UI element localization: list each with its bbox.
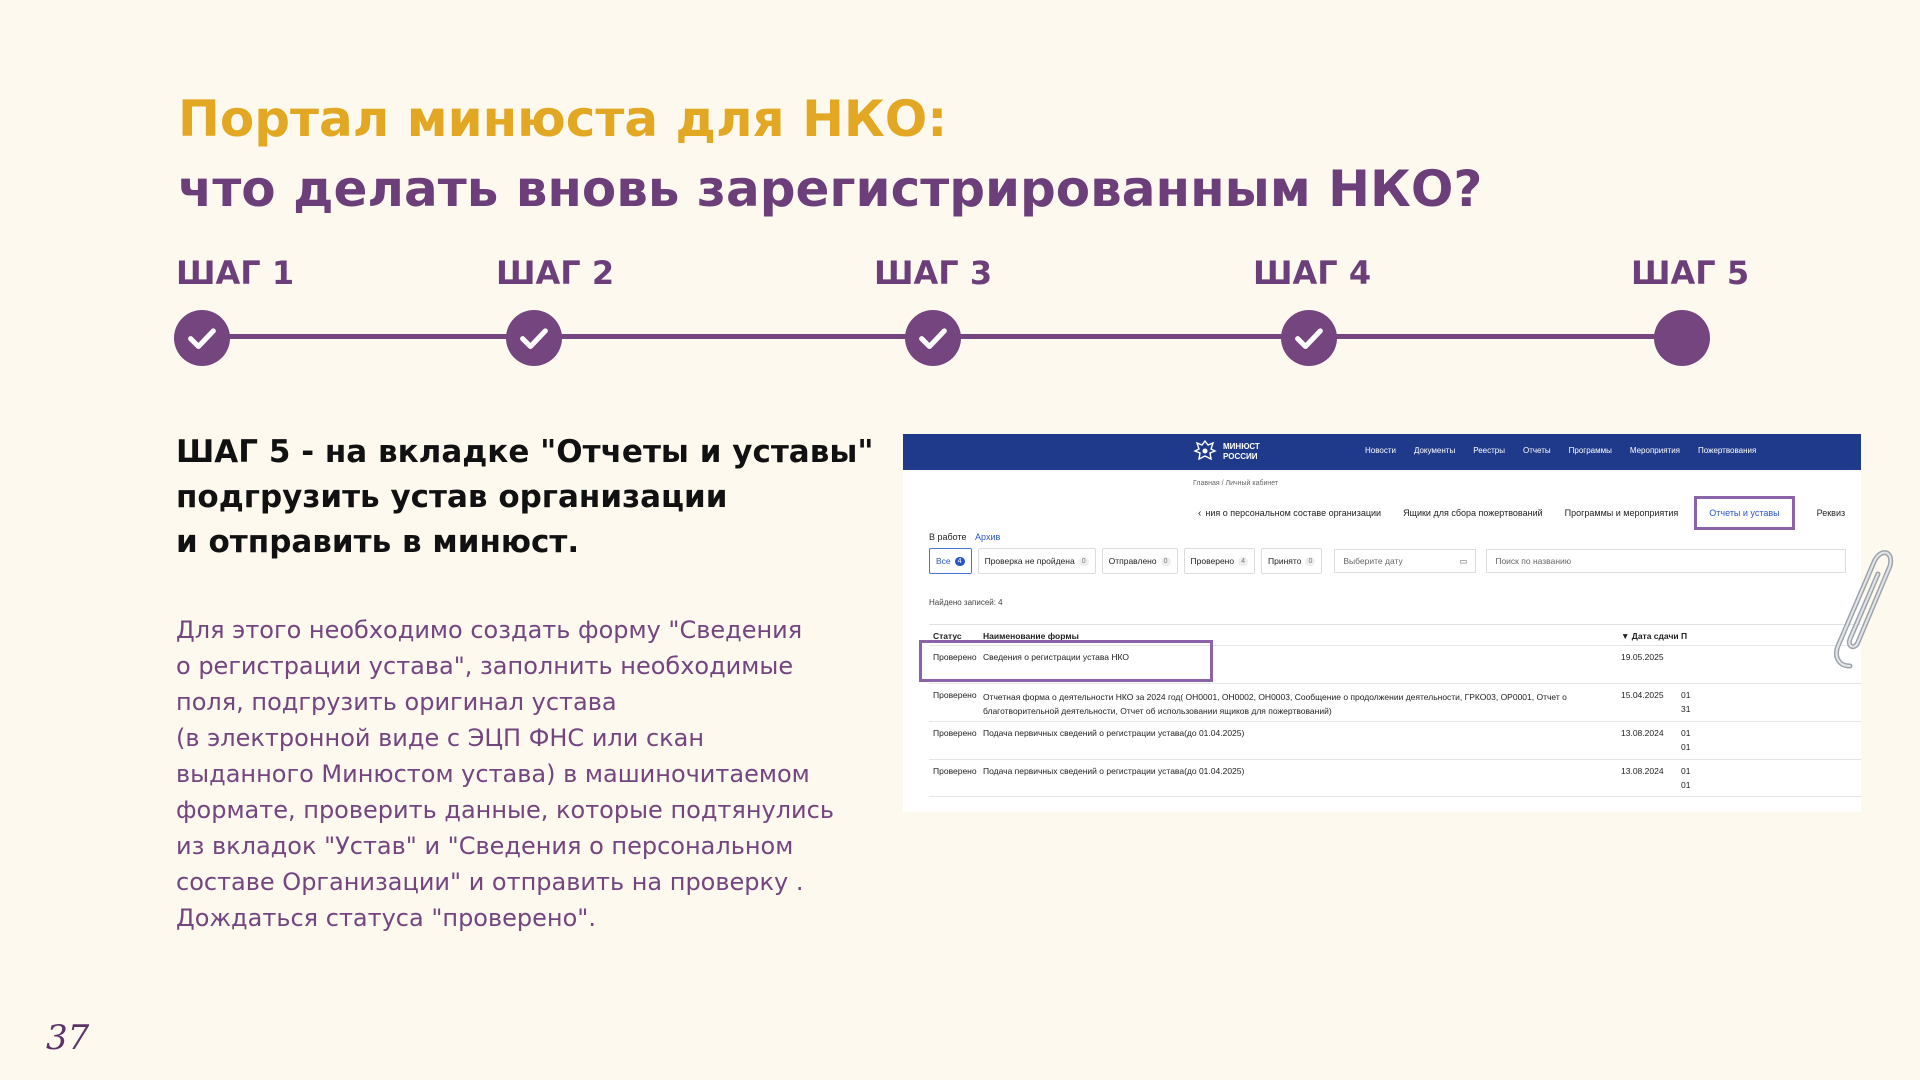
description-line: поля, подгрузить оригинал устава (176, 688, 617, 716)
row-date: 19.05.2025 (1621, 652, 1664, 662)
work-archive-switch: В работе Архив (929, 532, 1000, 542)
paperclip-icon (1834, 550, 1894, 669)
row-extra: 01 (1681, 766, 1691, 776)
step-description: Для этого необходимо создать форму "Свед… (176, 612, 866, 936)
cabinet-tabs: ‹ ния о персональном составе организации… (1198, 496, 1861, 530)
description-line: о регистрации устава", заполнить необход… (176, 652, 794, 680)
portal-logo[interactable]: МИНЮСТ РОССИИ (1193, 439, 1260, 465)
nav-item-news[interactable]: Новости (1365, 446, 1396, 455)
description-line: (в электронной виде с ЭЦП ФНС или скан (176, 724, 705, 752)
tab-archive[interactable]: Архив (975, 532, 1000, 542)
table-row[interactable]: Проверено Отчетная форма о деятельности … (929, 683, 1861, 721)
row-date: 13.08.2024 (1621, 766, 1664, 776)
row-extra: 01 (1681, 742, 1691, 752)
col-extra-header: П (1681, 631, 1688, 641)
filter-count: 0 (1078, 556, 1089, 566)
tab-requisites[interactable]: Реквиз (1817, 508, 1846, 518)
logo-text-line2: РОССИИ (1223, 452, 1258, 461)
step-5-current-dot (1654, 310, 1710, 366)
found-records-count: Найдено записей: 4 (929, 598, 1003, 607)
nav-item-documents[interactable]: Документы (1414, 446, 1455, 455)
step-2-label: ШАГ 2 (496, 254, 615, 292)
slide-title-line2: что делать вновь зарегистрированным НКО? (178, 160, 1483, 218)
search-input[interactable]: Поиск по названию (1486, 549, 1847, 573)
step-heading-line1: ШАГ 5 - на вкладке "Отчеты и уставы" (176, 434, 874, 470)
row-form-name: Отчетная форма о деятельности НКО за 202… (983, 692, 1567, 716)
filter-checked[interactable]: Проверено 4 (1183, 548, 1256, 574)
row-extra: 01 (1681, 728, 1691, 738)
row-status: Проверено (933, 766, 977, 776)
filter-count: 0 (1160, 556, 1171, 566)
step-heading-line2: подгрузить устав организации (176, 479, 728, 515)
table-row[interactable]: Проверено Подача первичных сведений о ре… (929, 721, 1861, 759)
date-placeholder: Выберите дату (1343, 556, 1403, 566)
filter-sent[interactable]: Отправлено 0 (1101, 548, 1178, 574)
row-extra: 01 (1681, 690, 1691, 700)
description-line: выданного Минюстом устава) в машиночитае… (176, 760, 810, 788)
nav-item-donations[interactable]: Пожертвования (1698, 446, 1756, 455)
description-line: из вкладок "Устав" и "Сведения о персона… (176, 832, 794, 860)
description-line: формате, проверить данные, которые подтя… (176, 796, 834, 824)
description-line: Для этого необходимо создать форму "Свед… (176, 616, 803, 644)
tab-personnel[interactable]: ния о персональном составе организации (1205, 508, 1381, 518)
description-line: Дождаться статуса "проверено". (176, 904, 596, 932)
tab-reports-charters[interactable]: Отчеты и уставы (1694, 496, 1795, 530)
filter-count: 0 (1305, 556, 1316, 566)
filter-all[interactable]: Все 4 (929, 548, 972, 574)
calendar-icon: ▭ (1459, 556, 1468, 566)
row-form-name: Подача первичных сведений о регистрации … (983, 766, 1245, 776)
row-extra: 31 (1681, 704, 1691, 714)
step-heading: ШАГ 5 - на вкладке "Отчеты и уставы" под… (176, 430, 876, 565)
filter-label: Проверка не пройдена (984, 556, 1075, 566)
row-date: 15.04.2025 (1621, 690, 1664, 700)
breadcrumb[interactable]: Главная / Личный кабинет (1193, 480, 1278, 487)
filter-label: Все (936, 556, 951, 566)
status-filters: Все 4 Проверка не пройдена 0 Отправлено … (929, 548, 1847, 574)
step-2-check-icon (506, 310, 562, 366)
portal-navbar: МИНЮСТ РОССИИ Новости Документы Реестры … (903, 434, 1861, 470)
row-status: Проверено (933, 728, 977, 738)
step-1-check-icon (174, 310, 230, 366)
eagle-emblem-icon (1193, 439, 1217, 461)
col-date-header[interactable]: ▼ Дата сдачи (1621, 631, 1679, 641)
slide-title-line1: Портал минюста для НКО: (178, 90, 948, 148)
step-1-label: ШАГ 1 (176, 254, 295, 292)
filter-label: Принято (1268, 556, 1302, 566)
tab-donation-boxes[interactable]: Ящики для сбора пожертвований (1403, 508, 1543, 518)
nav-item-programs[interactable]: Программы (1569, 446, 1612, 455)
date-picker-input[interactable]: Выберите дату ▭ (1334, 549, 1477, 573)
tab-programs[interactable]: Программы и мероприятия (1565, 508, 1679, 518)
portal-nav-menu: Новости Документы Реестры Отчеты Програм… (1365, 446, 1774, 455)
row-status: Проверено (933, 690, 977, 700)
table-row[interactable]: Проверено Подача первичных сведений о ре… (929, 759, 1861, 797)
filter-count: 4 (1238, 556, 1249, 566)
nav-item-reports[interactable]: Отчеты (1523, 446, 1551, 455)
filter-count: 4 (954, 556, 965, 566)
nav-item-registries[interactable]: Реестры (1473, 446, 1505, 455)
chevron-left-icon[interactable]: ‹ (1198, 508, 1201, 519)
portal-screenshot: МИНЮСТ РОССИИ Новости Документы Реестры … (903, 434, 1861, 812)
step-4-check-icon (1281, 310, 1337, 366)
logo-text-line1: МИНЮСТ (1223, 442, 1260, 451)
filter-check-failed[interactable]: Проверка не пройдена 0 (977, 548, 1096, 574)
row-form-name: Подача первичных сведений о регистрации … (983, 728, 1245, 738)
filter-accepted[interactable]: Принято 0 (1261, 548, 1323, 574)
step-heading-line3: и отправить в минюст. (176, 524, 580, 560)
step-3-label: ШАГ 3 (874, 254, 993, 292)
row-extra: 01 (1681, 780, 1691, 790)
step-4-label: ШАГ 4 (1253, 254, 1372, 292)
description-line: составе Организации" и отправить на пров… (176, 868, 804, 896)
forms-table: Статус Наименование формы ▼ Дата сдачи П… (929, 624, 1861, 797)
filter-label: Отправлено (1108, 556, 1157, 566)
nav-item-events[interactable]: Мероприятия (1630, 446, 1680, 455)
highlight-frame (919, 640, 1213, 682)
step-5-label: ШАГ 5 (1631, 254, 1750, 292)
step-3-check-icon (905, 310, 961, 366)
tab-in-work[interactable]: В работе (929, 532, 967, 542)
page-number: 37 (46, 1018, 90, 1058)
filter-label: Проверено (1190, 556, 1235, 566)
row-date: 13.08.2024 (1621, 728, 1664, 738)
